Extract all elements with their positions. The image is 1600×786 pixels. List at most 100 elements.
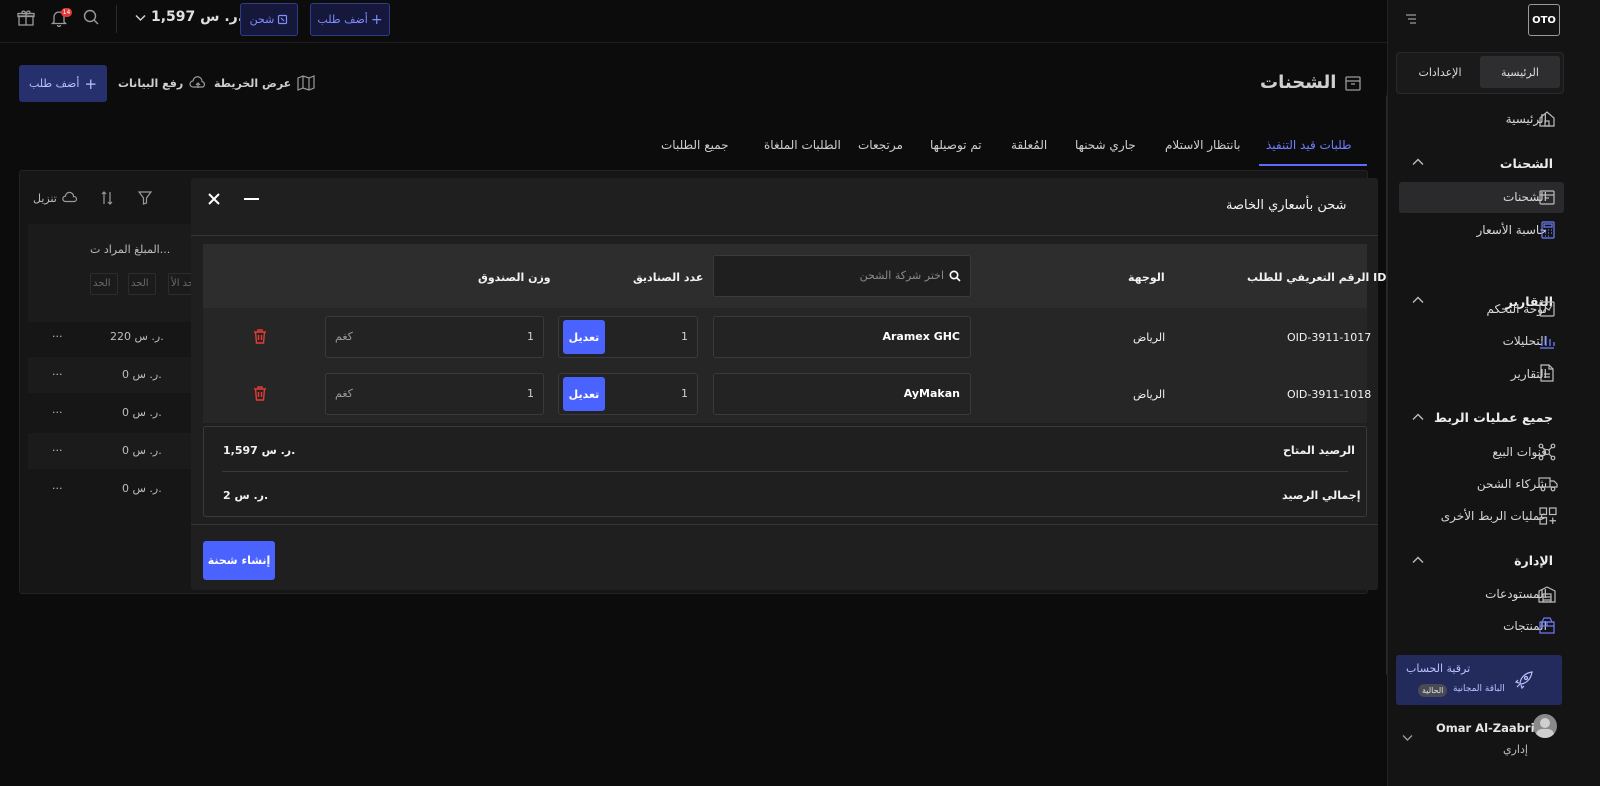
trash-icon[interactable] [253, 328, 267, 344]
warehouse-icon [1538, 585, 1556, 603]
sidebar-item-price-calculator[interactable]: حاسبة الأسعار [1477, 223, 1547, 237]
sidebar-item-other-integrations[interactable]: عمليات الربط الأخرى [1441, 509, 1547, 523]
home-icon [1538, 110, 1556, 128]
sidebar-section-management[interactable]: الإدارة [1514, 553, 1553, 568]
carrier-select[interactable]: AyMakan [713, 373, 971, 415]
user-menu-chevron-down-icon[interactable] [1402, 734, 1413, 742]
sort-icon[interactable] [101, 191, 113, 205]
row-more-button[interactable]: ··· [52, 444, 63, 457]
page-add-order-label: أضف طلب [28, 77, 80, 90]
min-filter-input[interactable]: الحد الأ [168, 273, 192, 295]
page-title: الشحنات [1260, 72, 1337, 93]
sidebar-section-shipments[interactable]: الشحنات [1500, 156, 1553, 171]
download-cloud-icon [62, 191, 78, 205]
shipments-title-icon [1344, 74, 1362, 92]
balance-display[interactable]: 1,597 ر. س. [151, 9, 243, 25]
carrier-search-input[interactable]: اختر شركة الشحن [713, 255, 971, 297]
download-label: تنزيل [33, 191, 57, 205]
row-more-button[interactable]: ··· [52, 482, 63, 495]
row-destination: الرياض [1133, 331, 1166, 344]
topbar-border [0, 42, 1387, 43]
tab-all-orders[interactable]: جميع الطلبات [661, 138, 729, 152]
download-button[interactable]: تنزيل [33, 191, 78, 205]
filter-icon[interactable] [138, 191, 152, 205]
row-amount: 0 ر. س. [122, 368, 162, 381]
chevron-up-icon[interactable] [1412, 296, 1424, 304]
weight-value: 1 [527, 330, 534, 343]
row-amount: 220 ر. س. [110, 330, 164, 343]
rocket-icon [1514, 670, 1534, 690]
close-icon[interactable] [208, 193, 220, 205]
edit-boxes-button[interactable]: تعديل [563, 320, 605, 354]
sidebar-item-shipping-partners[interactable]: شركاء الشحن [1477, 477, 1547, 491]
map-view-button[interactable]: عرض الخريطة [214, 75, 315, 91]
sidebar-section-integrations[interactable]: جميع عمليات الربط [1434, 410, 1553, 425]
sales-channels-icon [1538, 443, 1556, 461]
gift-icon[interactable] [17, 9, 35, 27]
truck-icon [1538, 476, 1558, 494]
trash-icon[interactable] [253, 385, 267, 401]
sidebar-tab-home[interactable]: الرئيسية [1480, 56, 1560, 88]
tab-in-progress[interactable]: طلبات قيد التنفيذ [1266, 138, 1352, 152]
carrier-search-placeholder: اختر شركة الشحن [859, 269, 944, 282]
ship-label: شحن [249, 13, 275, 26]
ship-button[interactable]: شحن [240, 3, 298, 36]
tab-returns[interactable]: مرتجعات [858, 138, 903, 152]
upgrade-title: ترقية الحساب [1406, 662, 1471, 675]
tab-awaiting-pickup[interactable]: بانتظار الاستلام [1165, 138, 1241, 152]
chevron-up-icon[interactable] [1412, 556, 1424, 564]
plus-icon: + [370, 11, 383, 28]
modal-title: شحن بأسعاري الخاصة [1226, 198, 1347, 213]
chevron-up-icon[interactable] [1412, 158, 1424, 166]
header-destination: الوجهة [1128, 271, 1165, 284]
total-balance-value: 2 ر. س. [223, 489, 269, 502]
row-order-id: OID-3911-1018 [1287, 388, 1372, 401]
boxes-value: 1 [681, 387, 688, 400]
row-more-button[interactable]: ··· [52, 330, 63, 343]
edit-boxes-button[interactable]: تعديل [563, 377, 605, 411]
analytics-icon [1538, 332, 1556, 350]
dashboard-icon [1538, 300, 1556, 318]
topbar-divider [116, 5, 117, 33]
modal-footer-divider [191, 524, 1378, 525]
minimize-icon[interactable] [244, 198, 259, 200]
shipments-icon [1538, 188, 1556, 206]
row-destination: الرياض [1133, 388, 1166, 401]
upload-cloud-icon [189, 75, 207, 91]
topbar-add-order-button[interactable]: أضف طلب + [310, 3, 390, 36]
row-order-id: OID-3911-1017 [1287, 331, 1372, 344]
sidebar-collapse-icon[interactable] [1405, 14, 1417, 24]
user-name: Omar Al-Zaabri [1436, 721, 1535, 735]
search-icon[interactable] [82, 8, 100, 26]
upload-data-button[interactable]: رفع البيانات [118, 75, 207, 91]
page-add-order-button[interactable]: أضف طلب + [19, 65, 107, 102]
min-filter-input[interactable]: الحد [128, 273, 156, 295]
user-avatar[interactable] [1533, 714, 1557, 738]
grid-icon [1539, 507, 1557, 525]
active-tab-underline [1259, 164, 1367, 166]
report-document-icon [1539, 364, 1557, 382]
balance-chevron-down-icon[interactable] [135, 14, 146, 22]
tab-delivered[interactable]: تم توصيلها [930, 138, 982, 152]
carrier-value: Aramex GHC [882, 330, 960, 343]
user-role: إداري [1503, 743, 1528, 756]
weight-unit: كغم [335, 387, 353, 400]
modal-header-divider [191, 235, 1378, 236]
row-more-button[interactable]: ··· [52, 406, 63, 419]
sidebar-tab-settings[interactable]: الإعدادات [1400, 56, 1480, 88]
create-shipment-button[interactable]: إنشاء شحنة [203, 541, 275, 580]
carrier-select[interactable]: Aramex GHC [713, 316, 971, 358]
row-amount: 0 ر. س. [122, 406, 162, 419]
header-boxes: عدد الصناديق [633, 271, 704, 284]
tab-on-hold[interactable]: المُعلقة [1011, 138, 1047, 152]
row-more-button[interactable]: ··· [52, 368, 63, 381]
calculator-icon [1540, 221, 1558, 239]
free-plan-label: الباقة المجانية [1453, 684, 1505, 694]
weight-input[interactable]: 1 كغم [325, 316, 544, 358]
tab-cancelled[interactable]: الطلبات الملغاة [764, 138, 841, 152]
oto-logo[interactable]: OTO [1528, 4, 1560, 36]
tab-shipping[interactable]: جاري شحنها [1075, 138, 1136, 152]
min-filter-input[interactable]: الحد [90, 273, 118, 295]
weight-input[interactable]: 1 كغم [325, 373, 544, 415]
chevron-up-icon[interactable] [1412, 413, 1424, 421]
